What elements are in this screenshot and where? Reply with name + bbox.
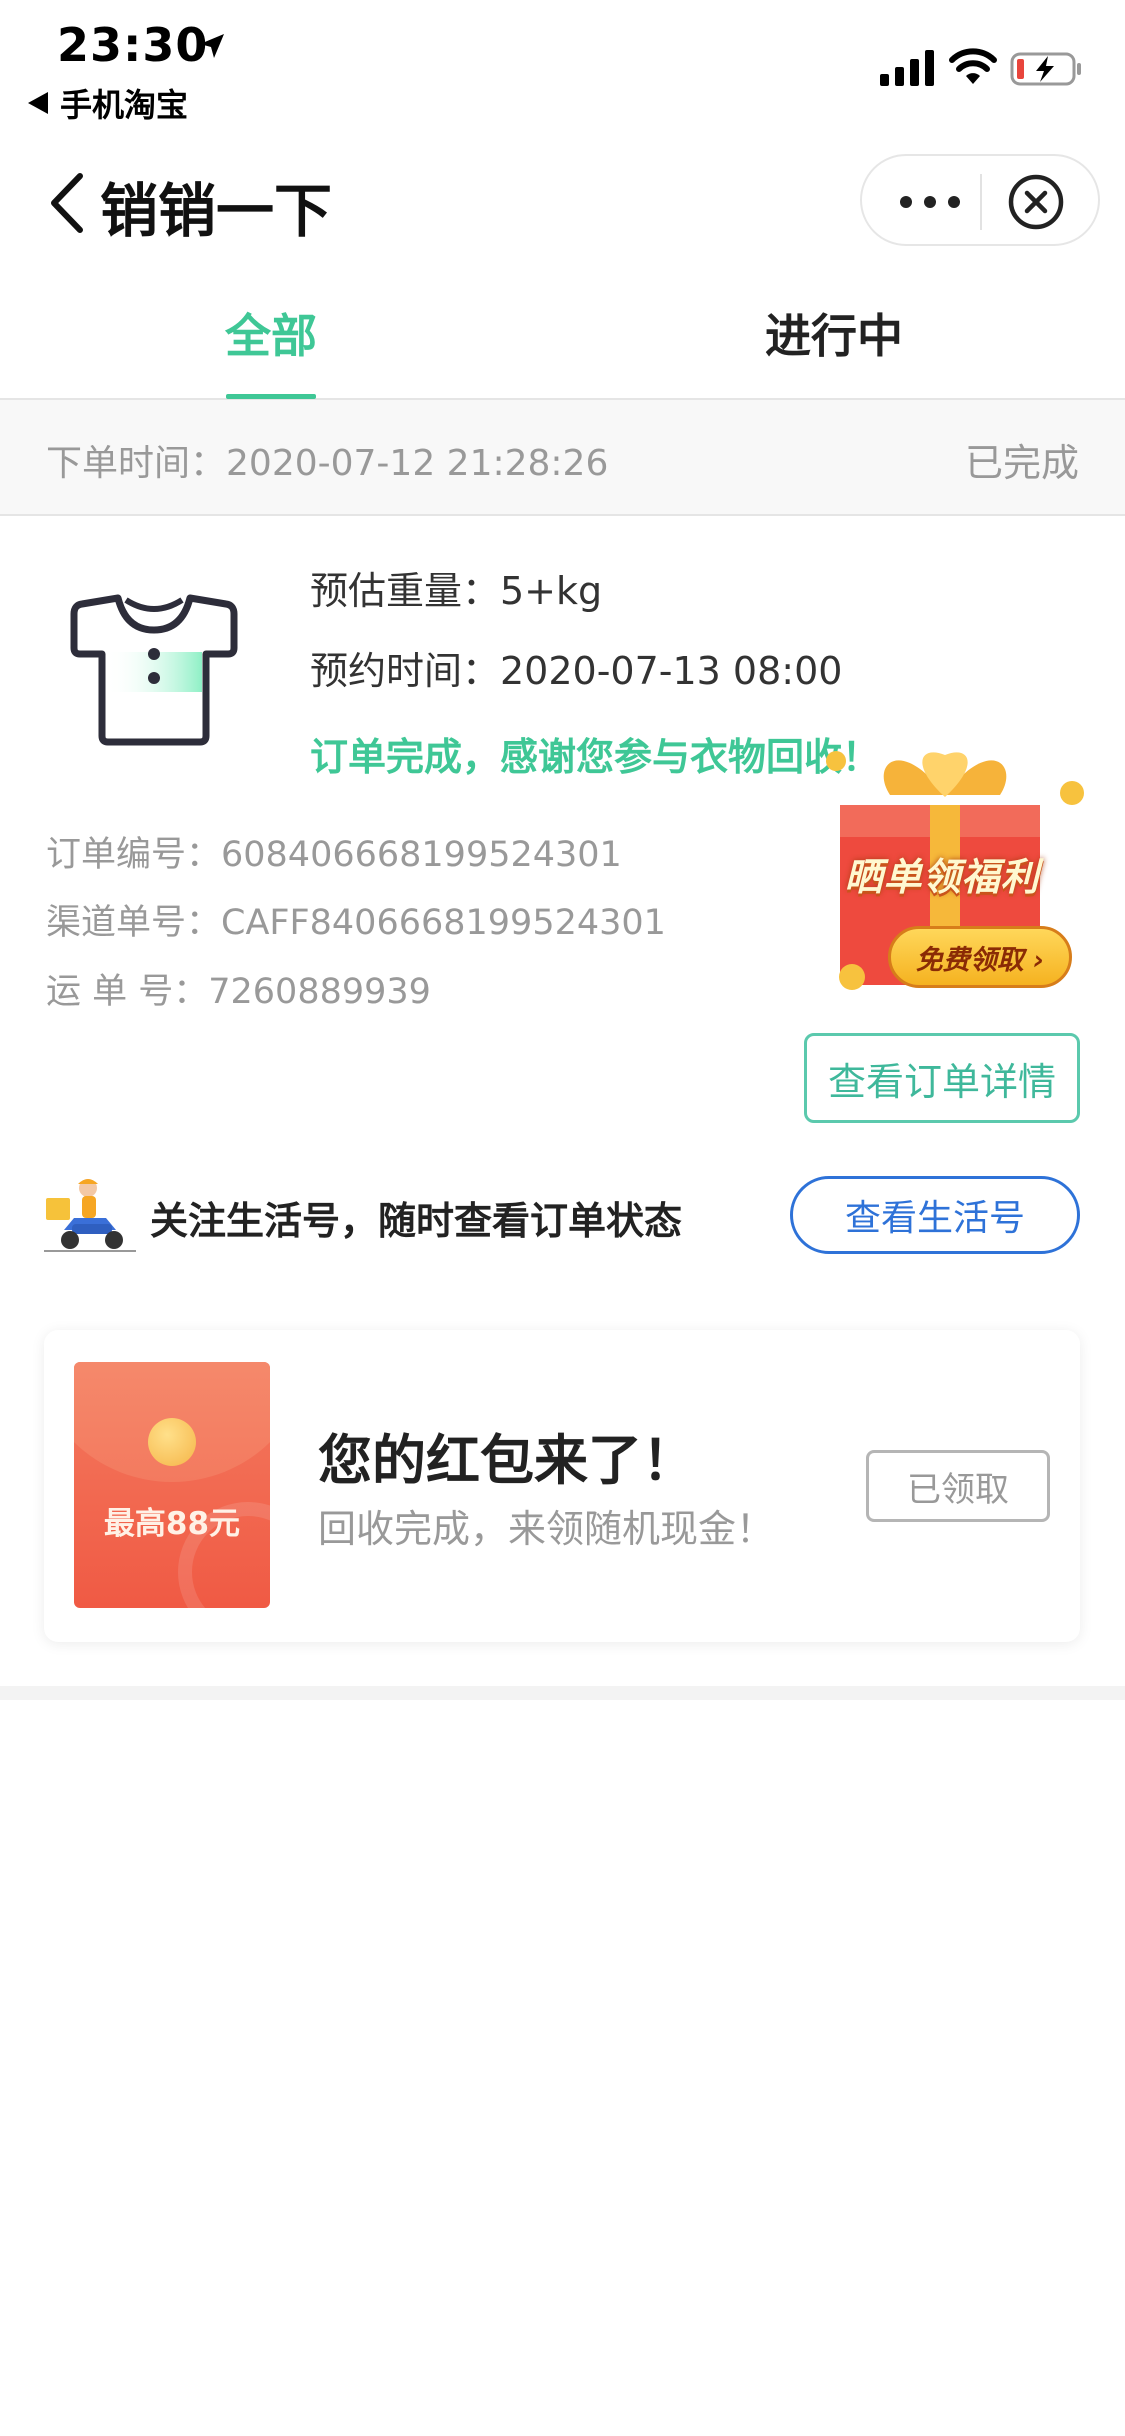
red-packet-amount: 最高88元 xyxy=(103,1506,241,1542)
estimated-weight: 预估重量：5+kg xyxy=(310,569,603,613)
tshirt-icon xyxy=(70,594,238,746)
order-header: 下单时间：2020-07-12 21:28:26 已完成 xyxy=(0,400,1125,516)
delivery-scooter-icon xyxy=(44,1179,136,1252)
back-triangle-icon xyxy=(28,92,48,114)
order-complete-message: 订单完成，感谢您参与衣物回收！ xyxy=(310,735,881,779)
section-divider xyxy=(0,1686,1125,1700)
tab-bar: 全部 进行中 xyxy=(0,270,1125,400)
claimed-button[interactable]: 已领取 xyxy=(866,1450,1050,1522)
cellular-signal-icon xyxy=(880,50,934,86)
gift-promo-label: 晒单领福利 xyxy=(844,855,1040,899)
battery-charging-icon xyxy=(1010,52,1081,86)
more-dots-icon[interactable] xyxy=(894,182,966,222)
tab-ongoing[interactable]: 进行中 xyxy=(765,300,903,366)
capsule-divider xyxy=(980,174,982,230)
order-time-value: 2020-07-12 21:28:26 xyxy=(226,443,609,484)
red-packet-image: 最高88元 xyxy=(74,1362,270,1608)
follow-life-account-text: 关注生活号，随时查看订单状态 xyxy=(150,1199,683,1243)
view-order-detail-button[interactable]: 查看订单详情 xyxy=(804,1033,1080,1123)
status-time: 23:30 xyxy=(57,18,209,72)
order-number: 订单编号：6084066681995243‌01 xyxy=(46,835,622,875)
back-to-app-link[interactable]: 手机淘宝 xyxy=(28,80,188,126)
nav-bar: 销销一下 xyxy=(0,140,1125,260)
red-packet-card[interactable]: 最高88元 您的红包来了！ 回收完成，来领随机现金！ 已领取 xyxy=(44,1330,1080,1642)
miniapp-capsule xyxy=(860,154,1100,246)
close-circle-icon[interactable] xyxy=(1006,172,1066,232)
order-status: 已完成 xyxy=(964,441,1079,485)
status-bar: 23:30 手机淘宝 xyxy=(0,0,1125,130)
coin-icon xyxy=(148,1418,196,1466)
order-time: 下单时间：2020-07-12 21:28:26 xyxy=(46,434,608,486)
tab-all[interactable]: 全部 xyxy=(225,300,317,366)
page-title: 销销一下 xyxy=(100,177,333,245)
channel-number: 渠道单号：CAFF8406668199524301 xyxy=(46,903,666,943)
location-arrow-icon xyxy=(200,34,224,58)
back-chevron-icon[interactable] xyxy=(44,170,88,236)
active-tab-indicator xyxy=(226,394,316,399)
wifi-icon xyxy=(949,48,997,84)
waybill-number: 运 单 号：7260889939 xyxy=(46,972,431,1012)
back-to-app-label: 手机淘宝 xyxy=(60,86,189,124)
order-time-label: 下单时间： xyxy=(46,443,227,484)
red-packet-title: 您的红包来了！ xyxy=(318,1429,696,1492)
red-packet-subtitle: 回收完成，来领随机现金！ xyxy=(318,1507,775,1551)
view-life-account-button[interactable]: 查看生活号 xyxy=(790,1176,1080,1254)
free-claim-button[interactable]: 免费领取 › xyxy=(888,926,1072,988)
appointment-time: 预约时间：2020-07-13 08:00 xyxy=(310,649,843,693)
